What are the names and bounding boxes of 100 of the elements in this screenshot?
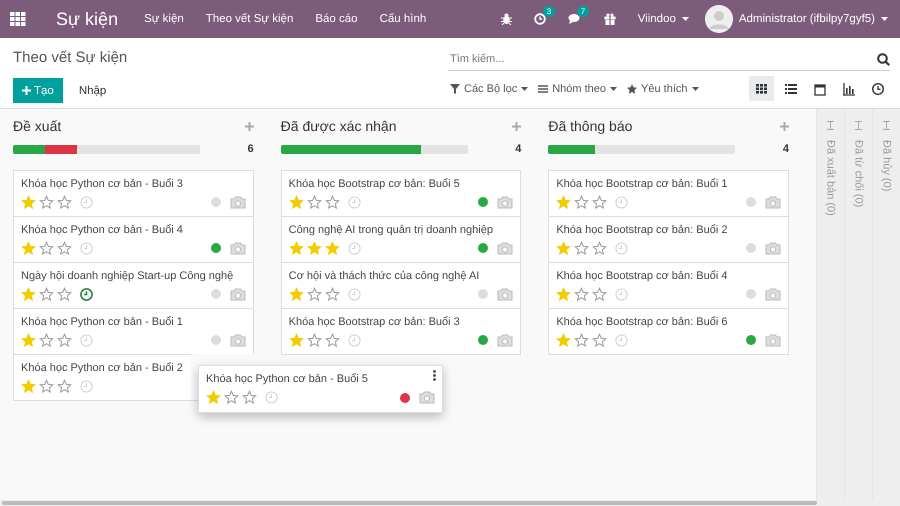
- status-dot[interactable]: [478, 335, 488, 345]
- favorites-dropdown[interactable]: Yêu thích: [627, 82, 698, 94]
- search-field[interactable]: Tìm kiếm...: [448, 53, 877, 65]
- filled-star-icon[interactable]: [288, 240, 304, 256]
- event-card[interactable]: Khóa học Python cơ bản - Buổi 3: [13, 170, 254, 216]
- empty-star-icon[interactable]: [574, 194, 590, 210]
- empty-star-icon[interactable]: [574, 286, 590, 302]
- progress-bar[interactable]: [13, 144, 200, 154]
- filled-star-icon[interactable]: [21, 240, 36, 256]
- empty-star-icon[interactable]: [324, 332, 340, 348]
- filter-dropdown[interactable]: Các Bộ lọc: [450, 82, 528, 94]
- empty-star-icon[interactable]: [306, 194, 322, 210]
- menu-item[interactable]: Theo vết Sự kiện: [206, 13, 294, 25]
- empty-star-icon[interactable]: [574, 240, 590, 256]
- bug-icon[interactable]: [500, 13, 512, 25]
- empty-star-icon[interactable]: [57, 378, 72, 394]
- event-card[interactable]: Công nghệ AI trong quản trị doanh nghiệp: [280, 216, 522, 262]
- filled-star-icon[interactable]: [556, 240, 572, 256]
- filled-star-icon[interactable]: [324, 240, 340, 256]
- filled-star-icon[interactable]: [288, 286, 304, 302]
- filled-star-icon[interactable]: [21, 286, 36, 302]
- status-dot[interactable]: [210, 243, 221, 253]
- empty-star-icon[interactable]: [324, 194, 340, 210]
- status-dot[interactable]: [478, 243, 488, 253]
- empty-star-icon[interactable]: [39, 194, 54, 210]
- event-card[interactable]: Khóa học Bootstrap cơ bản: Buổi 2: [548, 216, 790, 262]
- empty-star-icon[interactable]: [592, 286, 608, 302]
- event-card[interactable]: Cơ hội và thách thức của công nghệ AI: [280, 262, 522, 308]
- search-icon[interactable]: [877, 52, 890, 66]
- unfold-icon[interactable]: [855, 121, 862, 130]
- event-card[interactable]: Ngày hội doanh nghiệp Start-up Công nghệ: [13, 262, 254, 308]
- group-by-dropdown[interactable]: Nhóm theo: [538, 82, 618, 94]
- clock-icon[interactable]: [80, 288, 93, 300]
- app-title[interactable]: Sự kiện: [56, 8, 118, 30]
- company-switcher[interactable]: Viindoo: [638, 13, 676, 25]
- status-dot[interactable]: [746, 197, 756, 207]
- unfold-icon[interactable]: [883, 121, 890, 130]
- filled-star-icon[interactable]: [21, 194, 36, 210]
- status-dot[interactable]: [746, 289, 756, 299]
- menu-item[interactable]: Báo cáo: [315, 13, 358, 25]
- record-count: 4: [515, 143, 522, 155]
- menu-item[interactable]: Sự kiện: [144, 13, 184, 25]
- empty-star-icon[interactable]: [592, 240, 608, 256]
- user-menu[interactable]: Administrator (ifbilpy7gyf5): [738, 13, 875, 25]
- event-card[interactable]: Khóa học Bootstrap cơ bản: Buổi 4: [548, 262, 790, 308]
- empty-star-icon[interactable]: [57, 240, 72, 256]
- empty-star-icon[interactable]: [306, 286, 322, 302]
- status-dot[interactable]: [746, 335, 756, 345]
- empty-star-icon[interactable]: [574, 332, 590, 348]
- menu-item[interactable]: Cấu hình: [380, 13, 426, 25]
- empty-star-icon[interactable]: [224, 390, 239, 405]
- event-card[interactable]: Khóa học Bootstrap cơ bản: Buổi 3: [280, 308, 522, 354]
- kanban-view-button[interactable]: [749, 76, 774, 101]
- event-card[interactable]: Khóa học Python cơ bản - Buổi 4: [13, 216, 254, 262]
- filled-star-icon[interactable]: [556, 194, 572, 210]
- event-card[interactable]: Khóa học Bootstrap cơ bản: Buổi 5: [280, 170, 522, 216]
- empty-star-icon[interactable]: [324, 286, 340, 302]
- more-icon[interactable]: [433, 370, 436, 381]
- event-card[interactable]: Khóa học Python cơ bản - Buổi 2: [13, 354, 191, 400]
- empty-star-icon[interactable]: [592, 194, 608, 210]
- status-dot[interactable]: [210, 289, 221, 299]
- apps-menu-icon[interactable]: [10, 12, 26, 26]
- dragged-card[interactable]: Khóa học Python cơ bản - Buổi 5: [198, 365, 443, 413]
- filled-star-icon[interactable]: [306, 240, 322, 256]
- event-card[interactable]: Khóa học Python cơ bản - Buổi 1: [13, 308, 254, 354]
- import-button[interactable]: Nhập: [72, 84, 112, 98]
- chat-icon[interactable]: [568, 13, 582, 25]
- empty-star-icon[interactable]: [39, 286, 54, 302]
- empty-star-icon[interactable]: [592, 332, 608, 348]
- progress-bar[interactable]: [548, 144, 736, 154]
- status-dot[interactable]: [746, 243, 756, 253]
- filled-star-icon[interactable]: [21, 332, 36, 348]
- filled-star-icon[interactable]: [288, 194, 304, 210]
- empty-star-icon[interactable]: [57, 194, 72, 210]
- empty-star-icon[interactable]: [306, 332, 322, 348]
- avatar-icon[interactable]: [704, 5, 733, 33]
- grid-icon: [754, 82, 768, 96]
- filled-star-icon[interactable]: [556, 332, 572, 348]
- empty-star-icon[interactable]: [39, 332, 54, 348]
- empty-star-icon[interactable]: [57, 332, 72, 348]
- clock-icon: [870, 82, 884, 96]
- event-card[interactable]: Khóa học Bootstrap cơ bản: Buổi 6: [548, 308, 790, 354]
- filled-star-icon[interactable]: [21, 378, 36, 394]
- plus-icon: [22, 86, 31, 95]
- status-dot[interactable]: [210, 197, 221, 207]
- status-dot[interactable]: [478, 289, 488, 299]
- empty-star-icon[interactable]: [242, 390, 257, 405]
- empty-star-icon[interactable]: [39, 240, 54, 256]
- status-dot[interactable]: [210, 335, 221, 345]
- unfold-icon[interactable]: [827, 121, 834, 130]
- empty-star-icon[interactable]: [57, 286, 72, 302]
- filled-star-icon[interactable]: [288, 332, 304, 348]
- status-dot[interactable]: [478, 197, 488, 207]
- event-card[interactable]: Khóa học Bootstrap cơ bản: Buổi 1: [548, 170, 790, 216]
- empty-star-icon[interactable]: [39, 378, 54, 394]
- progress-bar[interactable]: [280, 144, 468, 154]
- filled-star-icon[interactable]: [206, 390, 221, 405]
- status-dot[interactable]: [400, 392, 410, 402]
- filled-star-icon[interactable]: [556, 286, 572, 302]
- gift-icon[interactable]: [604, 13, 616, 25]
